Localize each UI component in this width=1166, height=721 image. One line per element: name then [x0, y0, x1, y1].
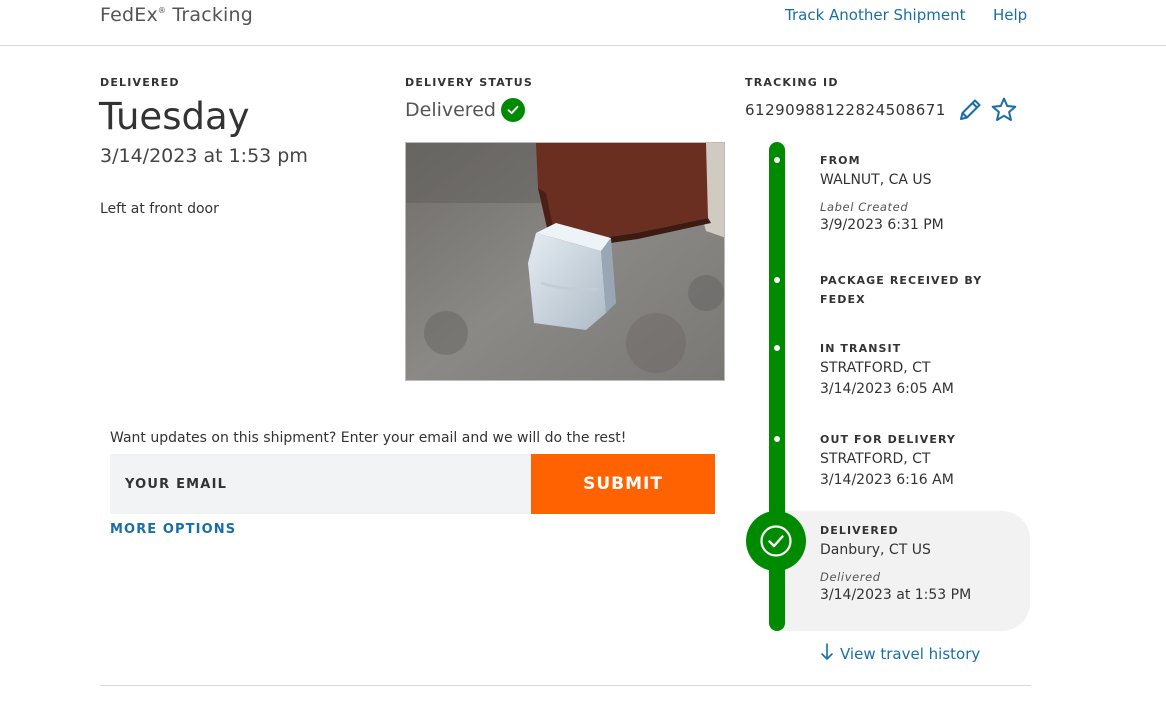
- tracking-id-label: TRACKING ID: [745, 76, 839, 89]
- view-travel-history-link[interactable]: View travel history: [820, 643, 980, 665]
- timeline-step-title: DELIVERED: [820, 524, 899, 537]
- track-another-shipment-link[interactable]: Track Another Shipment: [785, 6, 965, 24]
- timeline-step-datetime: 3/14/2023 6:05 AM: [820, 381, 954, 397]
- brand-name: FedEx: [100, 4, 158, 26]
- registered-mark: ®: [157, 6, 167, 15]
- timeline-step-location: WALNUT, CA US: [820, 172, 932, 188]
- timeline-step-received: PACKAGE RECEIVED BY FEDEX: [820, 271, 990, 309]
- timeline-step-title: FROM: [820, 154, 861, 167]
- delivered-label: DELIVERED: [100, 76, 180, 89]
- timeline-dot: [774, 436, 780, 442]
- timeline-dot: [774, 345, 780, 351]
- divider: [100, 685, 1031, 686]
- timeline-step-in-transit: IN TRANSIT STRATFORD, CT 3/14/2023 6:05 …: [820, 339, 1010, 400]
- delivery-day: Tuesday: [99, 95, 250, 138]
- timeline-step-event: Delivered: [820, 570, 881, 584]
- more-options-link[interactable]: MORE OPTIONS: [110, 522, 236, 537]
- page-header: FedEx® Tracking Track Another Shipment H…: [0, 0, 1166, 46]
- view-travel-history-label: View travel history: [840, 645, 981, 663]
- help-link[interactable]: Help: [993, 6, 1027, 24]
- delivery-datetime: 3/14/2023 at 1:53 pm: [100, 145, 308, 167]
- pencil-icon[interactable]: [956, 96, 984, 124]
- timeline-step-location: STRATFORD, CT: [820, 360, 931, 376]
- timeline-dot: [774, 277, 780, 283]
- brand-logo[interactable]: FedEx® Tracking: [100, 4, 253, 26]
- proof-of-delivery-photo[interactable]: [405, 142, 725, 381]
- timeline-step-title: IN TRANSIT: [820, 342, 902, 355]
- delivery-status-value: Delivered: [405, 99, 496, 121]
- star-icon[interactable]: [990, 96, 1018, 124]
- timeline-step-location: Danbury, CT US: [820, 542, 931, 558]
- delivery-note: Left at front door: [100, 201, 219, 217]
- timeline-step-from: FROM WALNUT, CA US Label Created 3/9/202…: [820, 151, 1010, 236]
- timeline-step-event: Label Created: [820, 200, 909, 214]
- delivery-status-label: DELIVERY STATUS: [405, 76, 534, 89]
- tracking-id-row: 612909881228245086​71: [745, 96, 1018, 124]
- check-circle-icon: [500, 98, 525, 122]
- timeline-step-title: OUT FOR DELIVERY: [820, 433, 956, 446]
- tracking-id-value: 612909881228245086​71: [745, 101, 946, 119]
- timeline-dot: [774, 157, 780, 163]
- submit-button[interactable]: SUBMIT: [531, 454, 715, 514]
- arrow-down-icon: [820, 643, 834, 665]
- timeline-step-datetime: 3/14/2023 6:16 AM: [820, 472, 954, 488]
- timeline-step-title: PACKAGE RECEIVED BY FEDEX: [820, 274, 983, 306]
- timeline-step-datetime: 3/9/2023 6:31 PM: [820, 217, 944, 233]
- delivery-status: Delivered: [405, 98, 525, 122]
- timeline-step-location: STRATFORD, CT: [820, 451, 931, 467]
- brand-suffix: Tracking: [172, 4, 254, 26]
- check-circle-icon: [746, 511, 806, 571]
- timeline-step-delivered: DELIVERED Danbury, CT US Delivered 3/14/…: [820, 521, 1010, 606]
- email-input[interactable]: [110, 454, 531, 514]
- timeline-step-datetime: 3/14/2023 at 1:53 PM: [820, 587, 972, 603]
- timeline-step-out-for-delivery: OUT FOR DELIVERY STRATFORD, CT 3/14/2023…: [820, 430, 1010, 491]
- updates-prompt: Want updates on this shipment? Enter you…: [110, 430, 627, 446]
